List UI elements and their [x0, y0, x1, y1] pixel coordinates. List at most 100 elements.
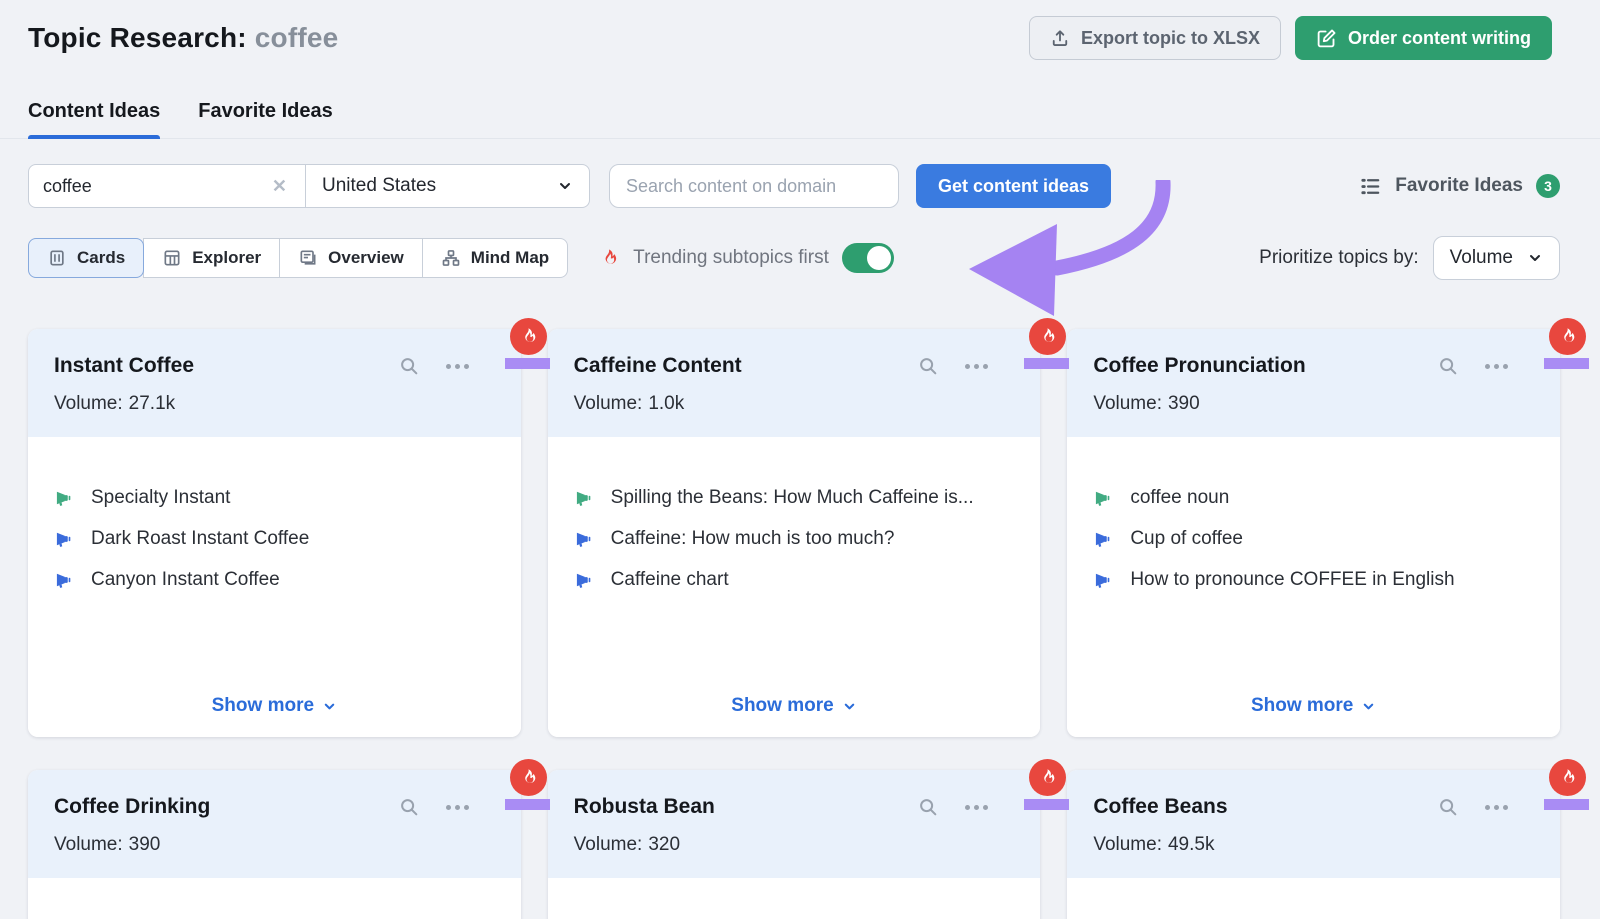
trending-highlight-bar — [505, 358, 550, 369]
edit-pencil-icon — [1316, 28, 1337, 49]
chevron-down-icon — [1527, 250, 1543, 266]
trending-fire-badge — [1549, 318, 1586, 355]
search-icon[interactable] — [398, 796, 420, 818]
trending-toggle-label: Trending subtopics first — [633, 247, 829, 269]
search-icon[interactable] — [1437, 355, 1459, 377]
explorer-view-label: Explorer — [192, 248, 261, 268]
overview-view-label: Overview — [328, 248, 404, 268]
top-bar: Topic Research:coffee Export topic to XL… — [0, 0, 1600, 60]
subtopic-text: Canyon Instant Coffee — [91, 569, 280, 591]
view-controls-row: Cards Explorer Overview Mind Map Trendin… — [0, 236, 1600, 280]
prioritize-select-value: Volume — [1450, 247, 1513, 269]
megaphone-icon — [54, 570, 74, 590]
export-xlsx-button[interactable]: Export topic to XLSX — [1029, 16, 1281, 60]
search-controls-row: ✕ United States Get content ideas Favori… — [0, 164, 1600, 208]
card-title: Coffee Drinking — [54, 795, 398, 819]
subtopic-text: Cup of coffee — [1130, 528, 1243, 550]
megaphone-icon — [1093, 488, 1113, 508]
clear-keyword-icon[interactable]: ✕ — [268, 176, 291, 197]
volume-line: Volume:27.1k — [54, 393, 495, 415]
page-title-topic: coffee — [255, 22, 339, 53]
show-more-link[interactable]: Show more — [1251, 695, 1376, 717]
volume-line: Volume:320 — [574, 834, 1015, 856]
search-icon[interactable] — [917, 796, 939, 818]
keyword-input[interactable] — [43, 176, 268, 197]
subtopic-text: Spilling the Beans: How Much Caffeine is… — [611, 487, 974, 509]
subtopic-item[interactable]: Caffeine chart — [574, 569, 1015, 591]
subtopic-text: Specialty Instant — [91, 487, 230, 509]
subtopic-item[interactable]: coffee noun — [1093, 487, 1534, 509]
more-options-icon[interactable] — [965, 364, 988, 369]
get-content-ideas-button[interactable]: Get content ideas — [916, 164, 1111, 208]
trending-fire-badge — [510, 759, 547, 796]
volume-line: Volume:49.5k — [1093, 834, 1534, 856]
subtopic-item[interactable]: Canyon Instant Coffee — [54, 569, 495, 591]
favorites-count-badge: 3 — [1536, 174, 1560, 198]
megaphone-icon — [54, 529, 74, 549]
show-more-link[interactable]: Show more — [731, 695, 856, 717]
more-options-icon[interactable] — [965, 805, 988, 810]
subtopic-item[interactable]: Cup of coffee — [1093, 528, 1534, 550]
search-icon[interactable] — [398, 355, 420, 377]
prioritize-label: Prioritize topics by: — [1259, 247, 1418, 269]
topic-card: Robusta Bean Volume:320 — [548, 770, 1041, 919]
trending-fire-badge — [510, 318, 547, 355]
more-options-icon[interactable] — [446, 364, 469, 369]
export-button-label: Export topic to XLSX — [1081, 28, 1260, 49]
trending-highlight-bar — [1024, 358, 1069, 369]
favorite-ideas-label: Favorite Ideas — [1395, 175, 1523, 197]
view-mindmap-button[interactable]: Mind Map — [422, 238, 568, 278]
view-explorer-button[interactable]: Explorer — [143, 238, 280, 278]
keyword-country-group: ✕ United States — [28, 164, 590, 208]
tab-content-ideas[interactable]: Content Ideas — [28, 100, 160, 138]
card-body — [548, 878, 1041, 919]
trending-toggle[interactable] — [842, 243, 894, 273]
show-more-link[interactable]: Show more — [212, 695, 337, 717]
view-overview-button[interactable]: Overview — [279, 238, 423, 278]
card-body: Spilling the Beans: How Much Caffeine is… — [548, 437, 1041, 737]
tab-favorite-ideas[interactable]: Favorite Ideas — [198, 100, 333, 138]
view-switcher: Cards Explorer Overview Mind Map — [28, 238, 568, 278]
megaphone-icon — [1093, 570, 1113, 590]
topic-card: Coffee Pronunciation Volume:390 coffee n… — [1067, 329, 1560, 737]
subtopic-item[interactable]: Dark Roast Instant Coffee — [54, 528, 495, 550]
chevron-down-icon — [557, 178, 573, 194]
topic-card: Caffeine Content Volume:1.0k Spilling th… — [548, 329, 1041, 737]
card-body: Specialty Instant Dark Roast Instant Cof… — [28, 437, 521, 737]
subtopic-text: How to pronounce COFFEE in English — [1130, 569, 1454, 591]
chevron-down-icon — [1361, 699, 1376, 714]
subtopic-text: coffee noun — [1130, 487, 1229, 509]
subtopic-item[interactable]: How to pronounce COFFEE in English — [1093, 569, 1534, 591]
topic-card: Instant Coffee Volume:27.1k Specialty In… — [28, 329, 521, 737]
more-options-icon[interactable] — [446, 805, 469, 810]
subtopic-item[interactable]: Caffeine: How much is too much? — [574, 528, 1015, 550]
prioritize-control: Prioritize topics by: Volume — [1259, 236, 1560, 280]
topic-card: Coffee Beans Volume:49.5k — [1067, 770, 1560, 919]
trending-fire-badge — [1029, 759, 1066, 796]
card-header: Coffee Pronunciation Volume:390 — [1067, 329, 1560, 437]
card-body: coffee noun Cup of coffee How to pronoun… — [1067, 437, 1560, 737]
trending-fire-badge — [1029, 318, 1066, 355]
card-header: Coffee Drinking Volume:390 — [28, 770, 521, 878]
overview-report-icon — [298, 248, 318, 268]
country-select[interactable]: United States — [305, 165, 589, 207]
volume-line: Volume:390 — [1093, 393, 1534, 415]
search-icon[interactable] — [917, 355, 939, 377]
order-content-writing-button[interactable]: Order content writing — [1295, 16, 1552, 60]
card-body — [28, 878, 521, 919]
subtopic-item[interactable]: Spilling the Beans: How Much Caffeine is… — [574, 487, 1015, 509]
trending-highlight-bar — [1024, 799, 1069, 810]
prioritize-select[interactable]: Volume — [1433, 236, 1560, 280]
card-header: Robusta Bean Volume:320 — [548, 770, 1041, 878]
trending-highlight-bar — [505, 799, 550, 810]
view-cards-button[interactable]: Cards — [28, 238, 144, 278]
search-icon[interactable] — [1437, 796, 1459, 818]
subtopic-item[interactable]: Specialty Instant — [54, 487, 495, 509]
favorite-ideas-link[interactable]: Favorite Ideas 3 — [1359, 174, 1560, 198]
domain-search-input[interactable] — [609, 164, 899, 208]
more-options-icon[interactable] — [1485, 364, 1508, 369]
trending-highlight-bar — [1544, 358, 1589, 369]
card-title: Robusta Bean — [574, 795, 918, 819]
tabs-bar: Content Ideas Favorite Ideas — [0, 100, 1600, 139]
more-options-icon[interactable] — [1485, 805, 1508, 810]
